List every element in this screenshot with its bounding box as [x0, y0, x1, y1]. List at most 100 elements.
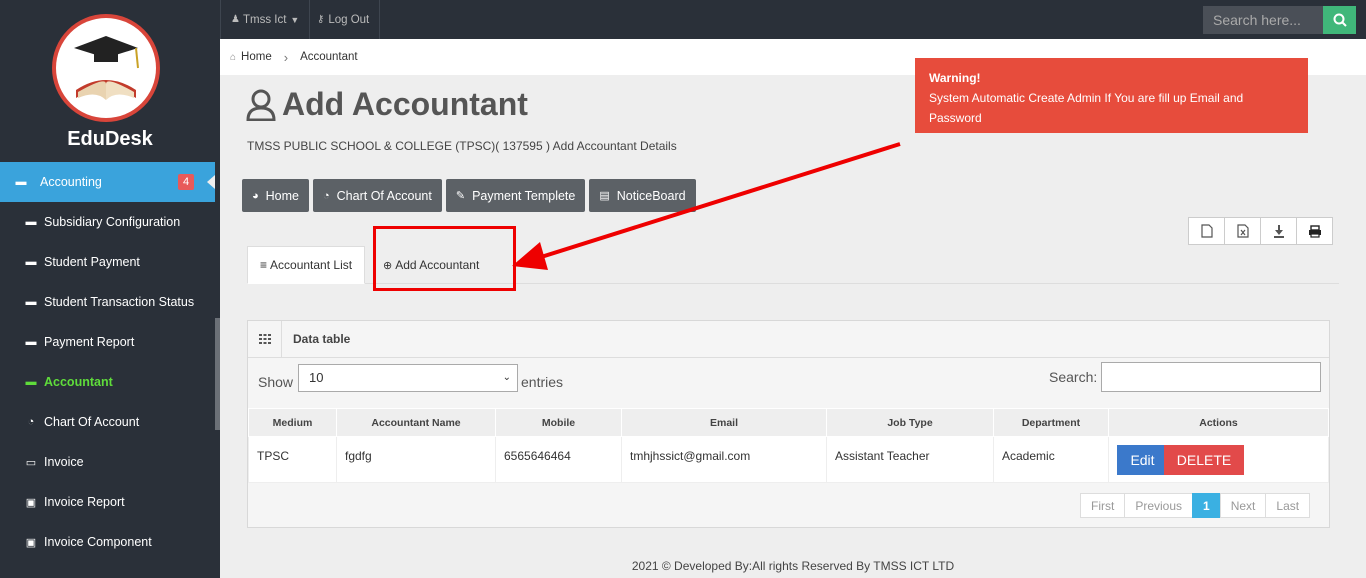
count-badge: 4: [178, 174, 194, 190]
column-header[interactable]: Accountant Name: [336, 408, 496, 437]
sidebar-item-student-transaction-status[interactable]: ▬ Student Transaction Status: [0, 282, 215, 322]
sidebar-item-label: Student Payment: [44, 255, 140, 269]
column-header[interactable]: Job Type: [826, 408, 994, 437]
school-logo: [52, 14, 160, 122]
delete-button[interactable]: DELETE: [1164, 445, 1244, 475]
home-icon: ⌂: [230, 51, 237, 63]
pdf-export-button[interactable]: [1188, 217, 1225, 245]
briefcase-icon: ▬: [25, 216, 37, 228]
window-icon: ▭: [25, 456, 37, 469]
cell-job-type: Assistant Teacher: [826, 436, 994, 483]
tab-label: Accountant List: [270, 258, 353, 272]
sidebar-item-payment-report[interactable]: ▬ Payment Report: [0, 322, 215, 362]
user-menu[interactable]: ♟ Tmss Ict ▼: [220, 0, 311, 39]
active-caret-icon: [207, 175, 215, 189]
page-previous[interactable]: Previous: [1124, 493, 1194, 518]
column-header[interactable]: Department: [993, 408, 1109, 437]
sidebar-item-label: Student Transaction Status: [44, 295, 195, 309]
search-input[interactable]: Search here...: [1203, 6, 1323, 34]
column-header[interactable]: Email: [621, 408, 827, 437]
briefcase-icon: ▬: [15, 176, 27, 188]
money-icon: ▣: [25, 496, 37, 509]
download-icon: [1273, 225, 1284, 238]
table-search-input[interactable]: [1101, 362, 1321, 392]
sidebar-item-label: Invoice Component: [44, 535, 152, 549]
entries-select[interactable]: 10 ⌄: [298, 364, 518, 392]
sidebar-item-chart-of-account[interactable]: ◔ Chart Of Account: [0, 402, 215, 442]
pencil-icon: ✎: [455, 190, 466, 202]
briefcase-icon: ▬: [25, 256, 37, 268]
pdf-icon: [1200, 224, 1213, 238]
panel-title: Data table: [293, 332, 351, 346]
print-button[interactable]: [1296, 217, 1333, 245]
column-header[interactable]: Medium: [248, 408, 337, 437]
logout-label: Log Out: [328, 13, 370, 26]
entries-value: 10: [309, 370, 324, 385]
breadcrumb-home[interactable]: Home: [241, 51, 272, 63]
footer: 2021 © Developed By:All rights Reserved …: [631, 559, 955, 573]
chart-of-account-button[interactable]: ◔ Chart Of Account: [313, 179, 442, 212]
side-menu: ▬ Accounting 4 ▬ Subsidiary Configuratio…: [0, 162, 215, 562]
search-icon: [1333, 13, 1347, 27]
excel-export-button[interactable]: [1224, 217, 1261, 245]
page-title: Add Accountant: [246, 86, 528, 123]
download-button[interactable]: [1260, 217, 1297, 245]
chart-button-label: Chart Of Account: [336, 188, 432, 203]
cell-mobile: 6565646464: [495, 436, 622, 483]
sidebar-scrollbar[interactable]: [215, 318, 220, 430]
briefcase-icon: ▬: [25, 376, 37, 388]
tab-accountant-list[interactable]: ≡ Accountant List: [247, 246, 366, 284]
print-icon: [1308, 224, 1321, 238]
column-header[interactable]: Mobile: [495, 408, 622, 437]
cell-actions: Edit DELETE: [1108, 436, 1329, 483]
chevron-down-icon: ⌄: [502, 372, 511, 383]
home-button[interactable]: ◕ Home: [242, 179, 309, 212]
logout-button[interactable]: ⚷ Log Out: [307, 0, 381, 39]
list-icon: ≡: [260, 258, 268, 272]
user-outline-icon: [246, 89, 276, 121]
table-header-row: Medium Accountant Name Mobile Email Job …: [248, 408, 1329, 437]
page-current[interactable]: 1: [1192, 493, 1221, 518]
user-icon: ♟: [231, 14, 240, 25]
warning-alert: Warning! System Automatic Create Admin I…: [915, 58, 1308, 133]
chevron-right-icon: ›: [283, 49, 289, 65]
cell-department: Academic: [993, 436, 1109, 483]
sidebar: EduDesk ▬ Accounting 4 ▬ Subsidiary Conf…: [0, 0, 220, 578]
pie-chart-icon: ◔: [323, 189, 330, 202]
cell-medium: TPSC: [248, 436, 337, 483]
table-search-label: Search:: [1049, 369, 1098, 385]
briefcase-icon: ▬: [25, 336, 37, 348]
page-first[interactable]: First: [1080, 493, 1126, 518]
briefcase-icon: ▬: [25, 296, 37, 308]
annotation-arrow-icon: [512, 142, 901, 270]
sidebar-item-subsidiary-configuration[interactable]: ▬ Subsidiary Configuration: [0, 202, 215, 242]
sidebar-item-label: Chart Of Account: [44, 415, 140, 429]
sidebar-item-label: Invoice: [44, 455, 84, 469]
entries-label: entries: [521, 374, 564, 390]
export-buttons: [1188, 217, 1333, 245]
dashboard-icon: ◕: [252, 189, 259, 202]
accountant-table: Medium Accountant Name Mobile Email Job …: [248, 408, 1329, 483]
show-label: Show: [258, 374, 294, 390]
page-next[interactable]: Next: [1219, 493, 1267, 518]
caret-down-icon: ▼: [290, 14, 300, 25]
sidebar-item-label: Accounting: [40, 175, 102, 189]
table-row: TPSC fgdfg 6565646464 tmhjhssict@gmail.c…: [248, 436, 1329, 483]
sidebar-item-invoice[interactable]: ▭ Invoice: [0, 442, 215, 482]
column-header[interactable]: Actions: [1108, 408, 1329, 437]
sidebar-item-invoice-report[interactable]: ▣ Invoice Report: [0, 482, 215, 522]
search-button[interactable]: [1323, 6, 1356, 34]
money-icon: ▣: [25, 536, 37, 549]
cell-name: fgdfg: [336, 436, 496, 483]
sidebar-item-accountant[interactable]: ▬ Accountant: [0, 362, 215, 402]
edit-button[interactable]: Edit: [1117, 445, 1168, 475]
warning-title: Warning!: [929, 71, 981, 85]
sidebar-item-accounting[interactable]: ▬ Accounting 4: [0, 162, 215, 202]
sidebar-item-label: Accountant: [44, 375, 113, 389]
page-last[interactable]: Last: [1265, 493, 1311, 518]
sidebar-item-student-payment[interactable]: ▬ Student Payment: [0, 242, 215, 282]
sidebar-item-label: Invoice Report: [44, 495, 125, 509]
key-icon: ⚷: [317, 14, 325, 25]
sidebar-item-invoice-component[interactable]: ▣ Invoice Component: [0, 522, 215, 562]
highlight-box: [373, 226, 516, 291]
